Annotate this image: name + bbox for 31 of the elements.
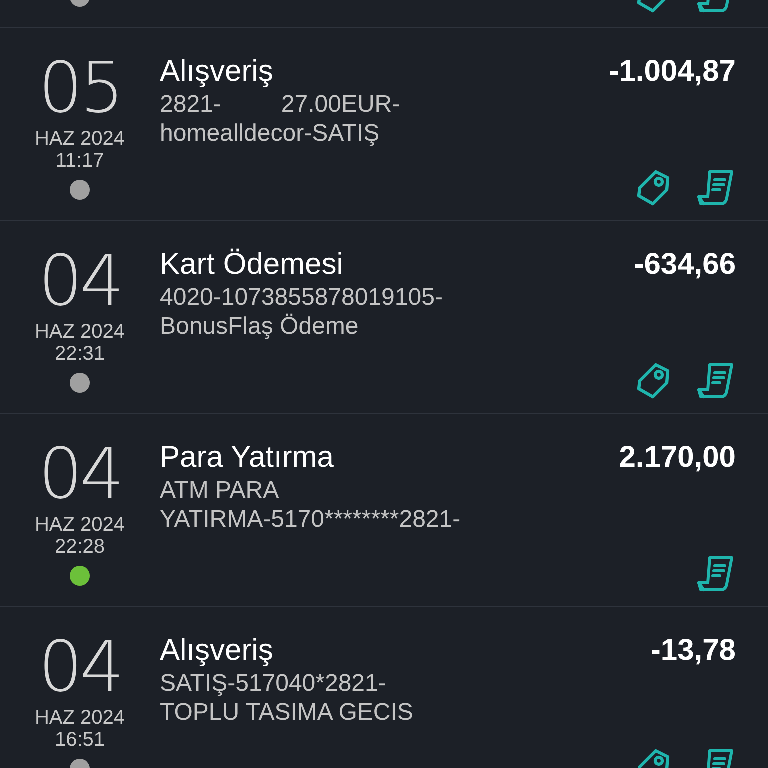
month-year: HAZ 2024	[34, 321, 126, 343]
month-year: HAZ 2024	[34, 707, 126, 729]
day-number: 04	[38, 438, 122, 510]
time: 22:28	[54, 536, 106, 558]
day-number: 04	[38, 245, 122, 317]
amount: -1.004,87	[609, 54, 736, 90]
transaction-description: BonusFlaş Ödeme	[160, 312, 360, 341]
transaction-description: ATM PARA	[160, 476, 280, 505]
transaction-title: Alışveriş	[160, 54, 274, 90]
amount: -13,78	[650, 633, 736, 669]
transaction-title: Alışveriş	[160, 633, 274, 669]
transaction-description: TOPLU TASIMA GECIS	[160, 698, 414, 727]
transaction-description: 2821- 27.00EUR-	[160, 90, 400, 119]
month-year: HAZ 2024	[34, 128, 126, 150]
receipt-icon[interactable]	[696, 554, 736, 594]
time: 16:51	[54, 729, 106, 751]
amount: -634,66	[634, 247, 736, 283]
receipt-icon[interactable]	[696, 168, 736, 208]
transaction-description: SATIŞ-517040*2821-	[160, 669, 388, 698]
day-number: 05	[38, 52, 122, 124]
transaction-description: YATIRMA-5170********2821-	[160, 505, 461, 534]
transaction-description: homealldecor-SATIŞ	[160, 119, 381, 148]
time: 22:31	[54, 343, 106, 365]
day-number: 04	[38, 631, 122, 703]
transaction-title: Kart Ödemesi	[160, 247, 344, 283]
transaction-title: Para Yatırma	[160, 440, 335, 476]
receipt-icon[interactable]	[696, 361, 736, 401]
transaction-description: 4020-1073855878019105-	[160, 283, 443, 312]
month-year: HAZ 2024	[34, 514, 126, 536]
time: 11:17	[56, 150, 104, 172]
amount: 2.170,00	[619, 440, 736, 476]
